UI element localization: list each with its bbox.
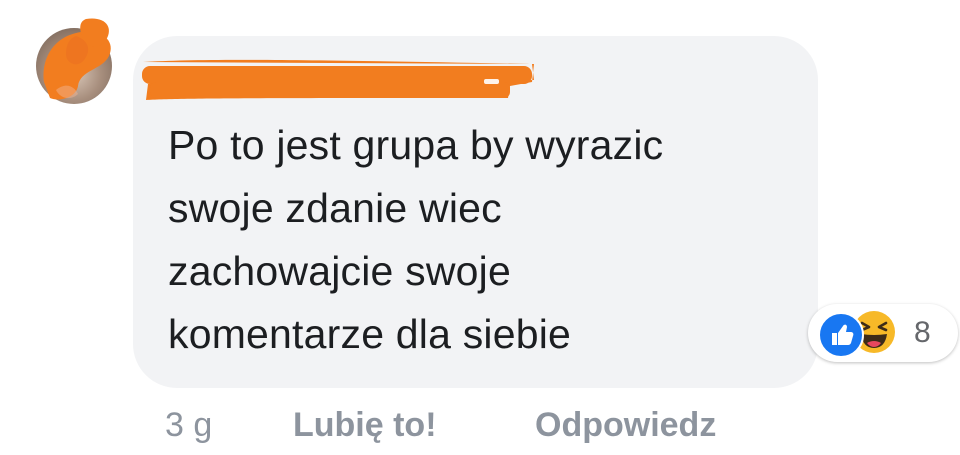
comment-line: Po to jest grupa by wyrazic [168,122,664,168]
avatar-redaction [43,18,111,100]
comment-timestamp[interactable]: 3 g [165,400,212,450]
reaction-count: 8 [914,316,931,349]
reply-button[interactable]: Odpowiedz [535,400,716,450]
like-icon [818,312,864,358]
comment-line: zachowajcie swoje [168,248,511,294]
comment-line: komentarze dla siebie [168,311,572,357]
comment-line: swoje zdanie wiec [168,185,502,231]
comment-text: Po to jest grupa by wyrazic swoje zdanie… [168,114,808,366]
reactions-summary[interactable]: 8 [808,304,958,362]
like-button[interactable]: Lubię to! [293,400,437,450]
avatar[interactable] [36,16,116,108]
author-name-redaction [142,59,534,100]
